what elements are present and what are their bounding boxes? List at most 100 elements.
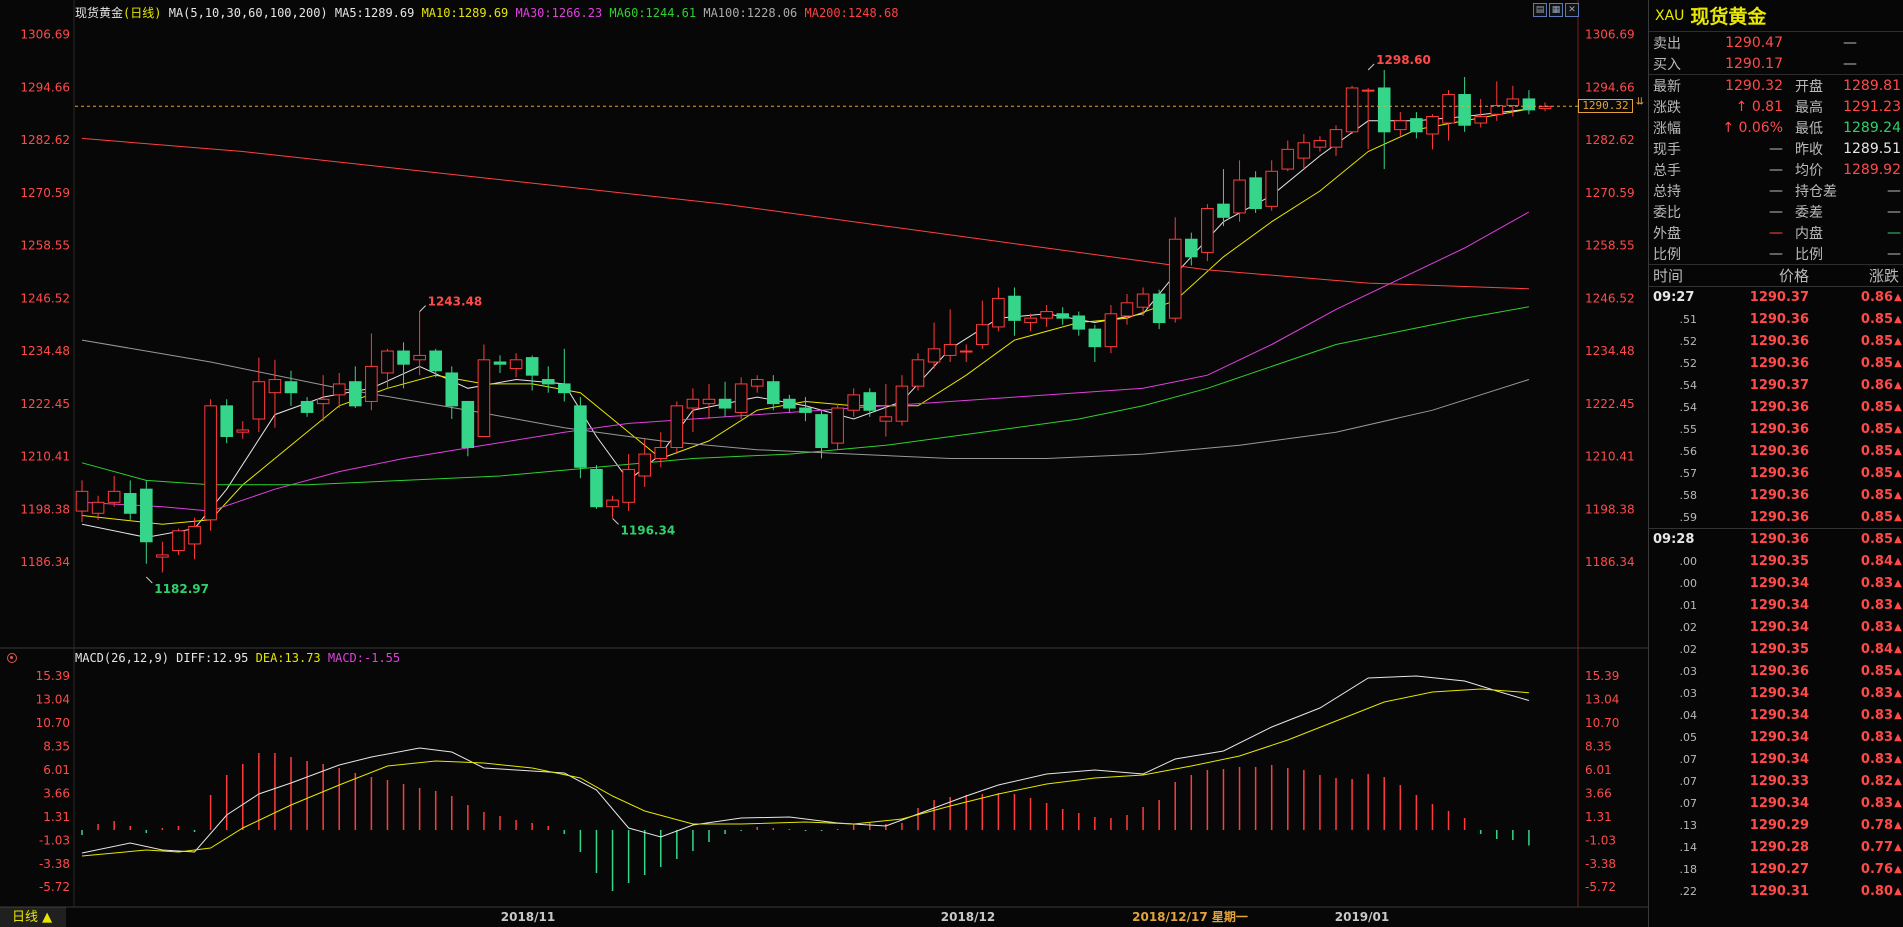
tick-row[interactable]: .07 1290.33 0.82 ▲	[1649, 770, 1903, 792]
ma-legend-part: MA5:1289.69	[327, 6, 415, 20]
tick-price: 1290.34	[1749, 729, 1809, 745]
tick-change: 0.83	[1860, 707, 1893, 723]
tick-row[interactable]: .14 1290.28 0.77 ▲	[1649, 836, 1903, 858]
arrow-up-icon: ▲	[1894, 621, 1902, 633]
tick-change: 0.85	[1860, 509, 1893, 525]
tick-row[interactable]: .00 1290.34 0.83 ▲	[1649, 572, 1903, 594]
tick-row[interactable]: .00 1290.35 0.84 ▲	[1649, 550, 1903, 572]
tick-change: 0.83	[1860, 729, 1893, 745]
quote-label: 现手	[1653, 141, 1681, 158]
tick-row[interactable]: .05 1290.34 0.83 ▲	[1649, 726, 1903, 748]
candle-body	[606, 499, 619, 508]
symbol-code: XAU	[1655, 7, 1685, 24]
macd-axis-label-right: -3.38	[1585, 857, 1616, 871]
tick-time: .05	[1679, 730, 1698, 744]
zoom-in-icon[interactable]: ▤	[1533, 3, 1547, 17]
arrow-up-icon: ▲	[1894, 577, 1902, 589]
macd-legend-part: MACD(26,12,9)	[75, 651, 169, 665]
zoom-out-icon[interactable]: ▦	[1549, 3, 1563, 17]
candle-body	[172, 530, 185, 552]
candle-body	[558, 383, 571, 394]
tick-row[interactable]: .07 1290.34 0.83 ▲	[1649, 748, 1903, 770]
macd-axis-label-right: 10.70	[1585, 716, 1619, 730]
ma-legend-part: MA10:1289.69	[414, 6, 509, 20]
price-axis-label-right: 1294.66	[1585, 80, 1635, 94]
period-button[interactable]: 日线 ▲	[0, 907, 66, 927]
candle-body	[75, 490, 89, 512]
candle-body	[590, 468, 603, 508]
tick-row[interactable]: .59 1290.36 0.85 ▲	[1649, 506, 1903, 528]
tick-row[interactable]: .01 1290.34 0.83 ▲	[1649, 594, 1903, 616]
tick-row[interactable]: 09:27 1290.37 0.86 ▲	[1649, 286, 1903, 308]
quote-label: 持仓差	[1795, 183, 1837, 200]
tick-row[interactable]: .07 1290.34 0.83 ▲	[1649, 792, 1903, 814]
tick-row[interactable]: .02 1290.34 0.83 ▲	[1649, 616, 1903, 638]
arrow-up-icon: ▲	[1894, 467, 1902, 479]
price-axis-label-right: 1282.62	[1585, 133, 1635, 147]
macd-axis-label-left: 15.39	[36, 669, 70, 683]
tick-table-header: 时间 价格 涨跌	[1649, 264, 1903, 286]
tick-row[interactable]: .13 1290.29 0.78 ▲	[1649, 814, 1903, 836]
arrow-up-icon: ▲	[1894, 643, 1902, 655]
candle-body	[268, 379, 282, 394]
tick-row[interactable]: .03 1290.36 0.85 ▲	[1649, 660, 1903, 682]
quote-label: 最低	[1795, 120, 1823, 137]
candle-body	[799, 407, 812, 413]
ma-legend: 现货黄金(日线) MA(5,10,30,60,100,200) MA5:1289…	[75, 4, 898, 21]
tick-time: .03	[1679, 664, 1698, 678]
tick-row[interactable]: .54 1290.37 0.86 ▲	[1649, 374, 1903, 396]
candle-body	[220, 405, 233, 438]
gear-icon[interactable]	[7, 653, 17, 663]
candle-body	[316, 398, 330, 405]
price-axis-label-left: 1222.45	[20, 397, 70, 411]
candle-body	[445, 372, 459, 407]
candle-body	[863, 392, 877, 411]
tick-row[interactable]: 09:28 1290.36 0.85 ▲	[1649, 528, 1903, 550]
tick-row[interactable]: .04 1290.34 0.83 ▲	[1649, 704, 1903, 726]
tick-row[interactable]: .03 1290.34 0.83 ▲	[1649, 682, 1903, 704]
extreme-label: 1196.34	[621, 523, 676, 537]
tick-row[interactable]: .02 1290.35 0.84 ▲	[1649, 638, 1903, 660]
quote-label: 昨收	[1795, 141, 1823, 158]
macd-legend: MACD(26,12,9) DIFF:12.95 DEA:13.73 MACD:…	[75, 651, 400, 665]
candle-body	[1201, 208, 1214, 253]
candle-body	[1377, 87, 1391, 133]
macd-axis-label-left: 6.01	[43, 763, 70, 777]
candle-body	[156, 554, 169, 558]
quote-label: 最高	[1795, 99, 1823, 116]
tick-list[interactable]: 09:27 1290.37 0.86 ▲ .51 1290.36 0.85 ▲ .52 1290.…	[1649, 286, 1903, 902]
tick-header-change: 涨跌	[1868, 267, 1899, 285]
tick-time: .00	[1679, 576, 1698, 590]
tick-row[interactable]: .52 1290.36 0.85 ▲	[1649, 352, 1903, 374]
candle-body	[1185, 238, 1198, 258]
tick-row[interactable]: .52 1290.36 0.85 ▲	[1649, 330, 1903, 352]
quote-label: 最新	[1653, 78, 1681, 95]
symbol-name: 现货黄金	[1690, 6, 1767, 28]
price-axis-label-right: 1246.52	[1585, 291, 1635, 305]
ma-line-ma60	[81, 306, 1529, 486]
candle-body	[1442, 94, 1455, 124]
tick-row[interactable]: .51 1290.36 0.85 ▲	[1649, 308, 1903, 330]
tick-price: 1290.34	[1749, 685, 1809, 701]
candle-body	[284, 381, 298, 394]
kline-chart[interactable]: 1306.69 1306.69 1294.66 1294.66 1282.62 1282.…	[0, 0, 1648, 927]
tick-row[interactable]: .18 1290.27 0.76 ▲	[1649, 858, 1903, 880]
tick-time: .14	[1679, 840, 1698, 854]
tick-time: .02	[1679, 620, 1698, 634]
tick-row[interactable]: .55 1290.36 0.85 ▲	[1649, 418, 1903, 440]
macd-axis-label-left: -3.38	[39, 857, 70, 871]
price-axis-label-left: 1282.62	[20, 133, 70, 147]
tick-price: 1290.35	[1749, 553, 1809, 569]
quote-value: —	[1887, 182, 1901, 199]
kline-chart-area[interactable]: 1306.69 1306.69 1294.66 1294.66 1282.62 1282.…	[0, 0, 1648, 927]
tick-time: .54	[1679, 400, 1698, 414]
close-icon[interactable]: ✕	[1565, 3, 1579, 17]
tick-row[interactable]: .22 1290.31 0.80 ▲	[1649, 880, 1903, 902]
tick-row[interactable]: .57 1290.36 0.85 ▲	[1649, 462, 1903, 484]
tick-price: 1290.36	[1749, 355, 1809, 371]
tick-row[interactable]: .56 1290.36 0.85 ▲	[1649, 440, 1903, 462]
tick-row[interactable]: .58 1290.36 0.85 ▲	[1649, 484, 1903, 506]
tick-row[interactable]: .54 1290.36 0.85 ▲	[1649, 396, 1903, 418]
tick-change: 0.83	[1860, 575, 1893, 591]
quote-label: 开盘	[1795, 78, 1823, 95]
